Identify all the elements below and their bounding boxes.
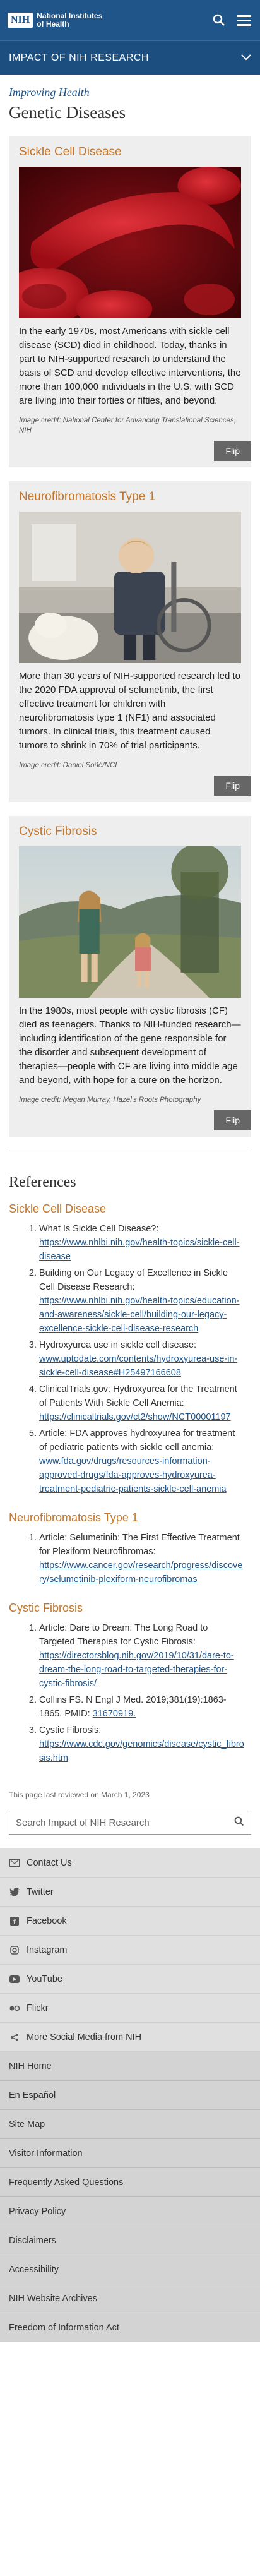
- footer-link[interactable]: Accessibility: [0, 2255, 260, 2284]
- reference-item: Article: FDA approves hydroxyurea for tr…: [39, 1427, 251, 1496]
- chevron-down-icon: [241, 52, 251, 64]
- reference-item: Collins FS. N Engl J Med. 2019;381(19):1…: [39, 1693, 251, 1721]
- reference-item: Building on Our Legacy of Excellence in …: [39, 1266, 251, 1336]
- social-label: Facebook: [27, 1915, 67, 1926]
- facebook-icon: f: [9, 1915, 20, 1927]
- footer-link[interactable]: NIH Website Archives: [0, 2284, 260, 2313]
- references-heading-cystic-fibrosis: Cystic Fibrosis: [9, 1602, 83, 1614]
- social-flickr[interactable]: Flickr: [0, 1994, 260, 2023]
- flip-button[interactable]: Flip: [214, 441, 251, 461]
- section-nav-title: IMPACT OF NIH RESEARCH: [9, 52, 149, 63]
- reference-link[interactable]: https://clinicaltrials.gov/ct2/show/NCT0…: [39, 1412, 231, 1422]
- social-contact-us[interactable]: Contact Us: [0, 1848, 260, 1878]
- flickr-icon: [9, 2003, 20, 2014]
- section-nav-toggle[interactable]: IMPACT OF NIH RESEARCH: [0, 40, 260, 75]
- social-label: More Social Media from NIH: [27, 2032, 142, 2042]
- image-credit: Image credit: Megan Murray, Hazel's Root…: [19, 1096, 201, 1104]
- last-reviewed: This page last reviewed on March 1, 2023: [9, 1790, 150, 1799]
- footer-link[interactable]: Visitor Information: [0, 2139, 260, 2168]
- reference-link[interactable]: https://www.cancer.gov/research/progress…: [39, 1561, 242, 1585]
- footer-links: NIH Home En Español Site Map Visitor Inf…: [0, 2052, 260, 2342]
- reference-item: Cystic Fibrosis: https://www.cdc.gov/gen…: [39, 1723, 251, 1765]
- reference-link[interactable]: www.uptodate.com/contents/hydroxyurea-us…: [39, 1354, 237, 1378]
- card-text: In the early 1970s, most Americans with …: [19, 326, 241, 406]
- page-title: Genetic Diseases: [9, 103, 126, 122]
- reference-link[interactable]: https://www.nhlbi.nih.gov/health-topics/…: [39, 1296, 240, 1334]
- social-facebook[interactable]: f Facebook: [0, 1907, 260, 1936]
- card-title: Sickle Cell Disease: [19, 145, 122, 159]
- logo-line-2: of Health: [37, 20, 69, 28]
- references-heading-nf1: Neurofibromatosis Type 1: [9, 1511, 138, 1524]
- share-icon: [9, 2032, 20, 2043]
- social-youtube[interactable]: YouTube: [0, 1965, 260, 1994]
- reference-item: What Is Sickle Cell Disease?: https://ww…: [39, 1222, 251, 1264]
- references-heading-sickle-cell: Sickle Cell Disease: [9, 1202, 107, 1215]
- reference-item: Hydroxyurea use in sickle cell disease: …: [39, 1338, 251, 1380]
- reference-item: ClinicalTrials.gov: Hydroxyurea for the …: [39, 1382, 251, 1424]
- sickle-cell-image: [19, 167, 241, 318]
- image-credit: Image credit: National Center for Advanc…: [19, 417, 236, 434]
- twitter-icon: [9, 1886, 20, 1898]
- footer-link[interactable]: NIH Home: [0, 2052, 260, 2081]
- footer-link[interactable]: Freedom of Information Act: [0, 2313, 260, 2342]
- social-instagram[interactable]: Instagram: [0, 1936, 260, 1965]
- cystic-fibrosis-family-image: [19, 846, 241, 998]
- search-placeholder: Search Impact of NIH Research: [16, 1817, 150, 1828]
- social-label: YouTube: [27, 1974, 62, 1984]
- site-header: NIH National Institutes of Health: [0, 0, 260, 40]
- flip-card-cystic-fibrosis: Cystic Fibrosis In the 1980s, most peopl…: [9, 816, 251, 1137]
- social-label: Instagram: [27, 1944, 68, 1955]
- search-field[interactable]: Search Impact of NIH Research: [9, 1811, 251, 1835]
- reference-item: Article: Dare to Dream: The Long Road to…: [39, 1621, 251, 1691]
- footer-link[interactable]: Privacy Policy: [0, 2197, 260, 2226]
- search-icon[interactable]: [234, 1816, 244, 1829]
- card-text: In the 1980s, most people with cystic fi…: [19, 1005, 241, 1086]
- references-list-cystic-fibrosis: Article: Dare to Dream: The Long Road to…: [9, 1621, 251, 1765]
- reference-link[interactable]: 31670919.: [93, 1709, 136, 1719]
- reference-link[interactable]: www.fda.gov/drugs/resources-information-…: [39, 1456, 227, 1494]
- references-list-nf1: Article: Selumetinib: The First Effectiv…: [9, 1531, 251, 1586]
- search-icon[interactable]: [211, 12, 227, 28]
- section-label[interactable]: Improving Health: [9, 86, 251, 99]
- nih-logo-mark: NIH: [8, 13, 33, 28]
- references-title: References: [9, 1174, 76, 1190]
- social-label: Flickr: [27, 2003, 49, 2013]
- reference-link[interactable]: https://www.cdc.gov/genomics/disease/cys…: [39, 1739, 244, 1763]
- envelope-icon: [9, 1857, 20, 1869]
- card-title: Cystic Fibrosis: [19, 825, 97, 838]
- card-title: Neurofibromatosis Type 1: [19, 490, 156, 503]
- footer-link[interactable]: En Español: [0, 2081, 260, 2110]
- flip-card-sickle-cell: Sickle Cell Disease In the early 1970s, …: [9, 136, 251, 467]
- reference-link[interactable]: https://directorsblog.nih.gov/2019/10/31…: [39, 1651, 234, 1689]
- references-list-sickle-cell: What Is Sickle Cell Disease?: https://ww…: [9, 1222, 251, 1496]
- flip-button[interactable]: Flip: [214, 776, 251, 796]
- menu-icon[interactable]: [236, 12, 252, 28]
- instagram-icon: [9, 1944, 20, 1956]
- image-credit: Image credit: Daniel Soñé/NCI: [19, 762, 117, 769]
- flip-card-nf1: Neurofibromatosis Type 1 More than 30 ye…: [9, 481, 251, 802]
- footer-link[interactable]: Frequently Asked Questions: [0, 2168, 260, 2197]
- social-twitter[interactable]: Twitter: [0, 1878, 260, 1907]
- flip-button[interactable]: Flip: [214, 1110, 251, 1130]
- social-label: Twitter: [27, 1886, 54, 1897]
- social-links: Contact Us Twitter f Facebook Instagram …: [0, 1848, 260, 2052]
- nih-logo[interactable]: NIH National Institutes of Health: [8, 12, 102, 28]
- svg-text:f: f: [13, 1919, 16, 1926]
- reference-link[interactable]: https://www.nhlbi.nih.gov/health-topics/…: [39, 1238, 240, 1262]
- social-label: Contact Us: [27, 1857, 72, 1868]
- footer-link[interactable]: Site Map: [0, 2110, 260, 2139]
- youtube-icon: [9, 1974, 20, 1985]
- social-more[interactable]: More Social Media from NIH: [0, 2023, 260, 2052]
- card-text: More than 30 years of NIH-supported rese…: [19, 671, 241, 751]
- footer-link[interactable]: Disclaimers: [0, 2226, 260, 2255]
- reference-item: Article: Selumetinib: The First Effectiv…: [39, 1531, 251, 1586]
- nf1-patient-image: [19, 512, 241, 663]
